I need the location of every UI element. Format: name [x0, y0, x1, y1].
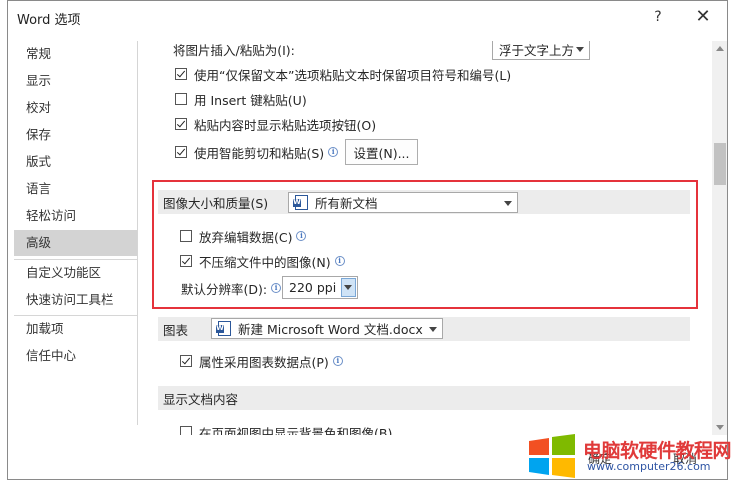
background-checkbox[interactable] [180, 426, 192, 435]
chart-document-select[interactable]: 新建 Microsoft Word 文档.docx [211, 318, 443, 339]
insert-key-checkbox[interactable] [175, 93, 187, 105]
keep-bullets-option[interactable]: 使用“仅保留文本”选项粘贴文本时保留项目符号和编号(L) [175, 64, 511, 84]
smart-cut-label: 使用智能剪切和粘贴(S) [194, 145, 325, 161]
chart-properties-label: 属性采用图表数据点(P) [199, 354, 329, 370]
keep-bullets-checkbox[interactable] [175, 68, 187, 80]
scroll-down-arrow-icon[interactable] [716, 425, 724, 430]
sidebar-item-language[interactable]: 语言 [14, 176, 137, 202]
site-watermark: 电脑软硬件教程网 www.computer26.com [527, 433, 732, 483]
background-label: 在页面视图中显示背景色和图像(B) [199, 425, 393, 436]
help-button[interactable]: ? [648, 7, 668, 27]
sidebar-item-display[interactable]: 显示 [14, 68, 137, 94]
sidebar-item-save[interactable]: 保存 [14, 122, 137, 148]
chart-document-value: 新建 Microsoft Word 文档.docx [238, 322, 423, 337]
windows-logo-icon [529, 434, 575, 478]
scrollbar-thumb[interactable] [714, 143, 726, 185]
chart-properties-checkbox[interactable] [180, 355, 192, 367]
smart-cut-checkbox[interactable] [175, 146, 187, 158]
smart-cut-option[interactable]: 使用智能剪切和粘贴(S) i [175, 142, 339, 162]
highlight-box [152, 180, 698, 309]
watermark-url: www.computer26.com [587, 460, 711, 473]
paste-settings-button[interactable]: 设置(N)... [345, 139, 418, 165]
insert-key-option[interactable]: 用 Insert 键粘贴(U) [175, 89, 307, 109]
sidebar-item-add-ins[interactable]: 加载项 [14, 316, 137, 342]
sidebar-item-layout[interactable]: 版式 [14, 149, 137, 175]
insert-picture-value: 浮于文字上方 [499, 42, 575, 58]
chart-properties-option[interactable]: 属性采用图表数据点(P) i [180, 351, 343, 371]
insert-picture-select[interactable]: 浮于文字上方 [492, 41, 590, 60]
window-title: Word 选项 [17, 13, 81, 28]
scroll-up-arrow-icon[interactable] [716, 46, 724, 51]
display-content-title: 显示文档内容 [163, 391, 239, 407]
show-paste-options-label: 粘贴内容时显示粘贴选项按钮(O) [194, 117, 377, 133]
title-bar: Word 选项 ? ✕ [8, 1, 727, 35]
info-icon: i [328, 147, 339, 157]
sidebar-item-advanced[interactable]: 高级 [14, 230, 137, 256]
sidebar-item-accessibility[interactable]: 轻松访问 [14, 203, 137, 229]
show-paste-options-option[interactable]: 粘贴内容时显示粘贴选项按钮(O) [175, 114, 376, 134]
sidebar-item-customize-ribbon[interactable]: 自定义功能区 [14, 260, 137, 286]
word-document-icon [216, 321, 231, 336]
sidebar: 常规 显示 校对 保存 版式 语言 轻松访问 高级 自定义功能区 快速访问工具栏… [14, 41, 138, 425]
insert-picture-row: 将图片插入/粘贴为(I): [173, 41, 295, 59]
sidebar-item-quick-access-toolbar[interactable]: 快速访问工具栏 [14, 287, 137, 313]
background-option[interactable]: 在页面视图中显示背景色和图像(B) [180, 422, 392, 435]
info-icon: i [332, 356, 343, 366]
insert-key-label: 用 Insert 键粘贴(U) [194, 92, 307, 108]
watermark-text: 电脑软硬件教程网 [583, 440, 732, 462]
keep-bullets-label: 使用“仅保留文本”选项粘贴文本时保留项目符号和编号(L) [194, 67, 512, 83]
vertical-scrollbar[interactable] [712, 41, 727, 435]
sidebar-item-general[interactable]: 常规 [14, 41, 137, 67]
display-content-header: 显示文档内容 [158, 386, 690, 410]
sidebar-item-trust-center[interactable]: 信任中心 [14, 343, 137, 369]
close-button[interactable]: ✕ [691, 6, 715, 28]
chevron-down-icon [576, 47, 584, 52]
chart-title: 图表 [163, 322, 189, 338]
insert-picture-label: 将图片插入/粘贴为(I): [173, 42, 295, 58]
chevron-down-icon [429, 327, 437, 332]
show-paste-options-checkbox[interactable] [175, 118, 187, 130]
sidebar-item-proofing[interactable]: 校对 [14, 95, 137, 121]
